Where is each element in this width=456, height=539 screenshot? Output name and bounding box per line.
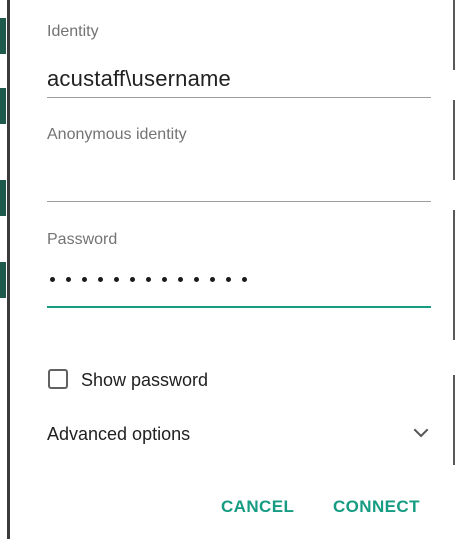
background-edge-left [0, 0, 12, 539]
password-mask-dot [130, 277, 135, 282]
password-mask-dot [210, 277, 215, 282]
background-divider [453, 375, 455, 465]
password-underline [47, 306, 431, 308]
background-divider [453, 210, 455, 340]
password-mask-dot [178, 277, 183, 282]
connect-button[interactable]: CONNECT [333, 497, 420, 517]
password-mask-dot [162, 277, 167, 282]
wifi-eap-dialog: Identity acustaff\username Anonymous ide… [12, 0, 451, 539]
background-divider [453, 0, 455, 70]
background-accent [0, 262, 6, 298]
identity-label: Identity [47, 23, 99, 40]
identity-underline [47, 97, 431, 98]
password-mask-dot [50, 277, 55, 282]
password-mask-dot [82, 277, 87, 282]
password-input[interactable] [50, 277, 247, 282]
show-password-label[interactable]: Show password [81, 370, 208, 391]
background-divider [7, 0, 10, 539]
password-mask-dot [146, 277, 151, 282]
password-label: Password [47, 231, 118, 248]
identity-input[interactable]: acustaff\username [47, 66, 231, 92]
password-mask-dot [226, 277, 231, 282]
advanced-options-label[interactable]: Advanced options [47, 424, 190, 445]
password-mask-dot [98, 277, 103, 282]
cancel-button[interactable]: CANCEL [221, 497, 294, 517]
background-accent [0, 180, 6, 216]
password-mask-dot [242, 277, 247, 282]
password-mask-dot [114, 277, 119, 282]
anonymous-identity-label: Anonymous identity [47, 126, 187, 143]
password-mask-dot [66, 277, 71, 282]
background-edge-right [451, 0, 456, 539]
show-password-checkbox[interactable] [48, 369, 68, 389]
chevron-down-icon[interactable] [412, 424, 430, 442]
background-accent [0, 88, 6, 124]
anonymous-identity-underline [47, 201, 431, 202]
background-divider [453, 100, 455, 180]
anonymous-identity-input[interactable] [47, 166, 431, 194]
background-accent [0, 18, 6, 54]
password-mask-dot [194, 277, 199, 282]
